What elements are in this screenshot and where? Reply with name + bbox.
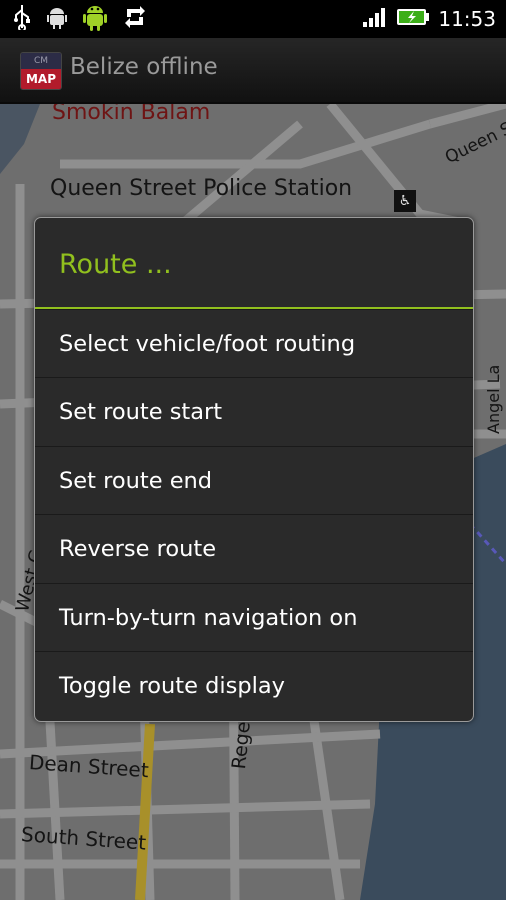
route-menu-dialog: Route ... Select vehicle/foot routing Se… [34, 217, 474, 722]
app-logo-icon: CM MAP [20, 52, 62, 90]
signal-icon [362, 6, 388, 32]
map-label-police-station: Queen Street Police Station [50, 176, 353, 201]
notification-icons [12, 4, 148, 34]
app-logo-top-text: CM [21, 53, 61, 69]
usb-icon [12, 4, 32, 34]
menu-item-turn-by-turn-navigation[interactable]: Turn-by-turn navigation on [35, 582, 473, 651]
water-area [0, 104, 40, 174]
menu-item-select-vehicle-foot-routing[interactable]: Select vehicle/foot routing [35, 309, 473, 377]
map-label-smokin-balam: Smokin Balam [52, 104, 211, 125]
clock: 11:53 [438, 7, 496, 31]
app-title: Belize offline [70, 54, 218, 80]
sync-icon [122, 4, 148, 34]
status-bar: 11:53 [0, 0, 506, 38]
menu-item-set-route-start[interactable]: Set route start [35, 377, 473, 445]
app-logo-bottom-text: MAP [21, 69, 61, 89]
dialog-title: Route ... [35, 218, 473, 309]
map-label-angel-la: Angel La [484, 364, 503, 434]
menu-item-reverse-route[interactable]: Reverse route [35, 514, 473, 582]
android-icon [82, 2, 108, 36]
battery-icon [396, 7, 430, 31]
police-poi-icon: ♿ [394, 190, 416, 212]
menu-item-set-route-end[interactable]: Set route end [35, 445, 473, 514]
menu-item-toggle-route-display[interactable]: Toggle route display [35, 650, 473, 719]
action-bar: CM MAP Belize offline [0, 38, 506, 104]
android-debug-icon [46, 4, 68, 34]
